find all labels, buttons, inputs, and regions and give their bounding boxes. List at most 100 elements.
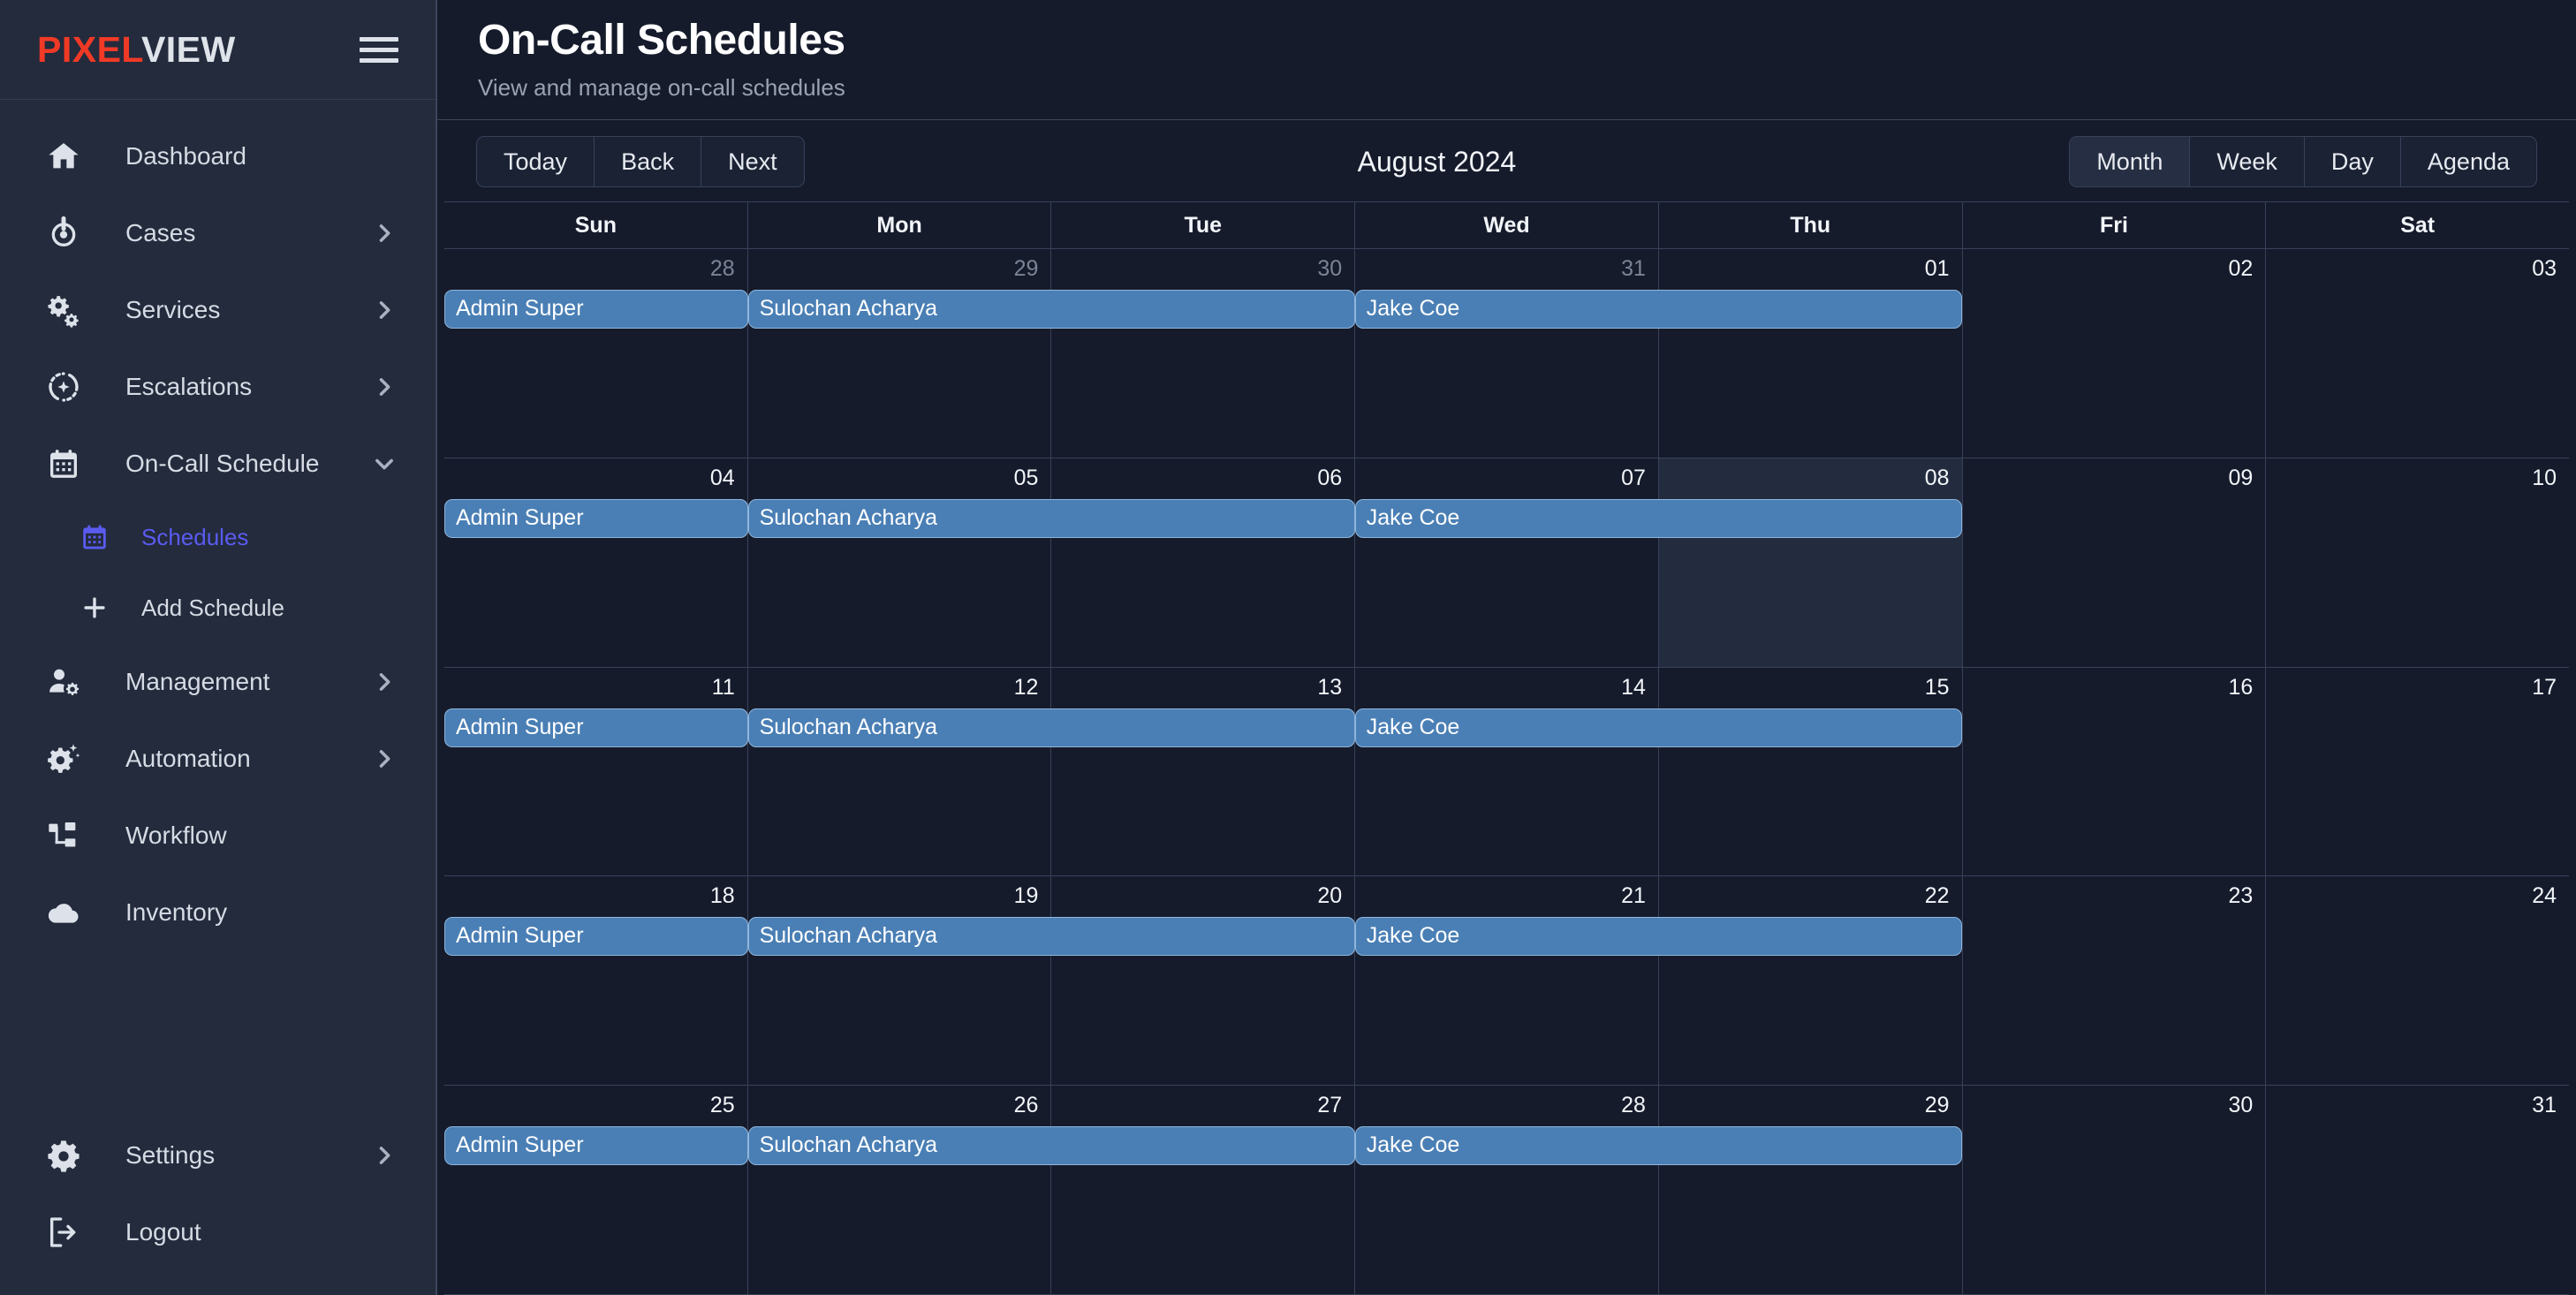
sidebar-item-management[interactable]: Management bbox=[0, 643, 436, 720]
calendar-day-cell[interactable]: 19 bbox=[748, 876, 1052, 1086]
calendar-day-cell[interactable]: 15 bbox=[1659, 667, 1963, 876]
chevron-right-icon bbox=[372, 375, 397, 399]
calendar-event-layer: Admin Super Sulochan Acharya Jake Coe bbox=[444, 917, 2569, 957]
back-button[interactable]: Back bbox=[595, 137, 702, 186]
chevron-right-icon bbox=[372, 1143, 397, 1168]
today-button[interactable]: Today bbox=[477, 137, 595, 186]
calendar-day-cell[interactable]: 31 bbox=[1355, 249, 1659, 458]
calendar-day-cell[interactable]: 20 bbox=[1051, 876, 1356, 1086]
calendar-event[interactable]: Sulochan Acharya bbox=[747, 290, 1355, 329]
calendar-day-cell[interactable]: 10 bbox=[2266, 458, 2569, 667]
calendar-day-number: 02 bbox=[2228, 256, 2254, 281]
calendar-day-cell[interactable]: 21 bbox=[1355, 876, 1659, 1086]
calendar-event[interactable]: Sulochan Acharya bbox=[747, 917, 1355, 957]
calendar-event[interactable]: Sulochan Acharya bbox=[747, 1126, 1355, 1166]
calendar-day-cell[interactable]: 18 bbox=[444, 876, 748, 1086]
calendar-day-cell[interactable]: 05 bbox=[748, 458, 1052, 667]
calendar-day-cell[interactable]: 27 bbox=[1051, 1086, 1356, 1294]
view-day-button[interactable]: Day bbox=[2305, 137, 2401, 186]
calendar-event[interactable]: Jake Coe bbox=[1354, 290, 1962, 329]
calendar-day-cell[interactable]: 16 bbox=[1963, 667, 2267, 876]
sidebar-item-dashboard[interactable]: Dashboard bbox=[0, 117, 436, 194]
calendar-event[interactable]: Jake Coe bbox=[1354, 917, 1962, 957]
sidebar-item-inventory[interactable]: Inventory bbox=[0, 874, 436, 950]
calendar-day-header: Fri bbox=[1963, 202, 2267, 248]
calendar-day-header: Wed bbox=[1355, 202, 1659, 248]
calendar-day-number: 27 bbox=[1317, 1093, 1343, 1118]
calendar-day-cell[interactable]: 25 bbox=[444, 1086, 748, 1294]
calendar-week-row: 25 26 27 28 29 30 31 Admin Super Sulochan Achary… bbox=[444, 1086, 2569, 1295]
next-button[interactable]: Next bbox=[701, 137, 804, 186]
calendar-day-cell[interactable]: 07 bbox=[1355, 458, 1659, 667]
brand-header: PIXELVIEW bbox=[0, 0, 436, 100]
sidebar-item-label: Escalations bbox=[125, 372, 253, 400]
chevron-down-icon bbox=[372, 451, 397, 476]
calendar-day-cell[interactable]: 28 bbox=[444, 249, 748, 458]
calendar-day-number: 09 bbox=[2228, 465, 2254, 490]
logo-part-one: PIXEL bbox=[37, 28, 141, 70]
view-week-button[interactable]: Week bbox=[2190, 137, 2305, 186]
calendar-day-cell[interactable]: 31 bbox=[2266, 1086, 2569, 1294]
cloud-icon bbox=[44, 893, 83, 932]
calendar-event-row: Admin Super Sulochan Acharya Jake Coe bbox=[444, 498, 2569, 538]
calendar-event[interactable]: Sulochan Acharya bbox=[747, 708, 1355, 747]
app-logo[interactable]: PIXELVIEW bbox=[37, 29, 236, 71]
calendar-event[interactable]: Admin Super bbox=[444, 917, 748, 957]
calendar-event[interactable]: Jake Coe bbox=[1354, 1126, 1962, 1166]
calendar-icon bbox=[44, 444, 83, 483]
calendar-day-cell[interactable]: 09 bbox=[1963, 458, 2267, 667]
calendar-day-cell[interactable]: 11 bbox=[444, 667, 748, 876]
calendar-day-cell[interactable]: 08 bbox=[1658, 458, 1963, 667]
view-agenda-button[interactable]: Agenda bbox=[2401, 137, 2536, 186]
calendar-event[interactable]: Admin Super bbox=[444, 1126, 748, 1166]
calendar-day-cell[interactable]: 30 bbox=[1963, 1086, 2267, 1294]
calendar-day-cell[interactable]: 02 bbox=[1963, 249, 2267, 458]
calendar-weeks: 28 29 30 31 01 02 03 Admin Super Sulochan Achary… bbox=[444, 249, 2569, 1295]
sidebar-subitem-schedules[interactable]: Schedules bbox=[0, 502, 436, 572]
calendar-day-cell[interactable]: 23 bbox=[1963, 876, 2267, 1086]
calendar-day-cell[interactable]: 12 bbox=[748, 667, 1052, 876]
calendar-event[interactable]: Jake Coe bbox=[1354, 498, 1962, 538]
calendar-day-cell[interactable]: 03 bbox=[2266, 249, 2569, 458]
calendar-event[interactable]: Admin Super bbox=[444, 290, 748, 329]
calendar-event[interactable]: Admin Super bbox=[444, 708, 748, 747]
calendar-day-number: 07 bbox=[1621, 465, 1646, 490]
calendar-day-cell[interactable]: 01 bbox=[1659, 249, 1963, 458]
calendar-day-cell[interactable]: 14 bbox=[1355, 667, 1659, 876]
sidebar-item-label: Workflow bbox=[125, 821, 227, 849]
calendar-day-cell[interactable]: 04 bbox=[444, 458, 748, 667]
sidebar-subitem-add-schedule[interactable]: Add Schedule bbox=[0, 572, 436, 643]
calendar-day-cell[interactable]: 30 bbox=[1051, 249, 1356, 458]
calendar-day-cell[interactable]: 06 bbox=[1051, 458, 1356, 667]
sidebar-item-services[interactable]: Services bbox=[0, 271, 436, 348]
calendar-day-cell[interactable]: 29 bbox=[1659, 1086, 1963, 1294]
target-icon bbox=[44, 214, 83, 253]
month-calendar: Sun Mon Tue Wed Thu Fri Sat 28 29 30 31 01 02 03 Admi… bbox=[437, 201, 2576, 1295]
calendar-day-cell[interactable]: 22 bbox=[1659, 876, 1963, 1086]
calendar-event[interactable]: Admin Super bbox=[444, 498, 748, 538]
calendar-day-cell[interactable]: 29 bbox=[748, 249, 1052, 458]
calendar-day-cell[interactable]: 17 bbox=[2266, 668, 2569, 876]
page-title: On-Call Schedules bbox=[478, 17, 845, 64]
calendar-day-cell[interactable]: 13 bbox=[1051, 667, 1356, 876]
calendar-event[interactable]: Jake Coe bbox=[1354, 708, 1962, 747]
sidebar-item-workflow[interactable]: Workflow bbox=[0, 797, 436, 874]
calendar-day-cell[interactable]: 26 bbox=[748, 1086, 1052, 1294]
sidebar-item-cases[interactable]: Cases bbox=[0, 194, 436, 271]
sidebar-nav: Dashboard Cases Services Escalations On-… bbox=[0, 100, 436, 1117]
view-month-button[interactable]: Month bbox=[2070, 137, 2191, 186]
hamburger-icon[interactable] bbox=[360, 30, 398, 69]
sidebar-item-automation[interactable]: Automation bbox=[0, 720, 436, 797]
user-gear-icon bbox=[44, 663, 83, 701]
calendar-day-cell[interactable]: 28 bbox=[1355, 1086, 1659, 1294]
sidebar-item-label: On-Call Schedule bbox=[125, 449, 320, 477]
sidebar-item-settings[interactable]: Settings bbox=[0, 1117, 436, 1193]
calendar-day-headers: Sun Mon Tue Wed Thu Fri Sat bbox=[444, 202, 2569, 249]
calendar-day-cell[interactable]: 24 bbox=[2266, 876, 2569, 1085]
calendar-nav-buttons: Today Back Next bbox=[476, 136, 805, 187]
calendar-event[interactable]: Sulochan Acharya bbox=[747, 498, 1355, 538]
sidebar-item-escalations[interactable]: Escalations bbox=[0, 348, 436, 425]
sidebar-item-logout[interactable]: Logout bbox=[0, 1193, 436, 1270]
sidebar-item-on-call-schedule[interactable]: On-Call Schedule bbox=[0, 425, 436, 502]
sidebar-subitem-label: Schedules bbox=[141, 523, 249, 550]
